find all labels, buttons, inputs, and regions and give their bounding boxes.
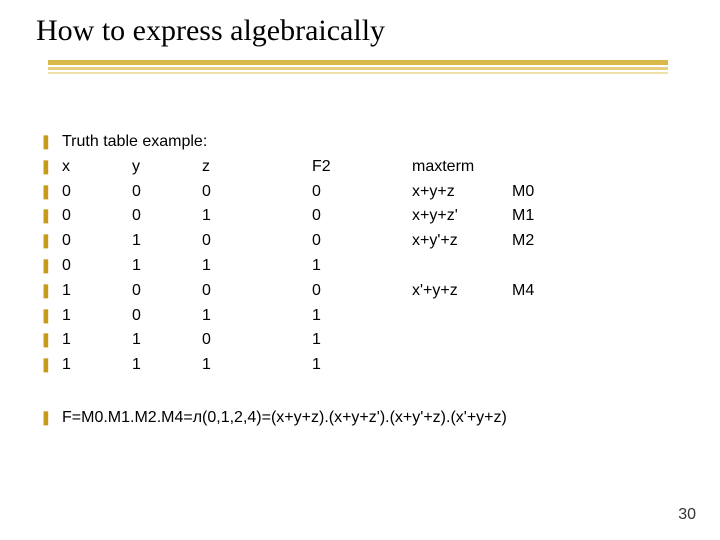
- cell-x: 1: [62, 328, 132, 353]
- cell-mname: M0: [512, 180, 562, 205]
- cell-f: 1: [312, 328, 412, 353]
- title-underline: [48, 60, 668, 82]
- cell-y: 0: [132, 304, 202, 329]
- cell-x: 0: [62, 204, 132, 229]
- cell-f: 0: [312, 229, 412, 254]
- table-row: ❚ 1 0 1 1: [40, 304, 680, 329]
- intro-row: ❚ Truth table example:: [40, 130, 680, 155]
- cell-y: 1: [132, 353, 202, 378]
- cell-y: 1: [132, 254, 202, 279]
- bullet-icon: ❚: [40, 131, 62, 153]
- cell-z: 0: [202, 279, 312, 304]
- table-row: ❚ 1 1 0 1: [40, 328, 680, 353]
- cell-maxterm: x+y+z': [412, 204, 512, 229]
- table-row: ❚ 1 1 1 1: [40, 353, 680, 378]
- cell-f: 0: [312, 204, 412, 229]
- bullet-icon: ❚: [40, 205, 62, 227]
- cell-y: 0: [132, 180, 202, 205]
- cell-mname: M1: [512, 204, 562, 229]
- cell-x: 1: [62, 353, 132, 378]
- bullet-icon: ❚: [40, 280, 62, 302]
- cell-z: 1: [202, 204, 312, 229]
- slide-title: How to express algebraically: [36, 14, 385, 48]
- cell-y: 1: [132, 328, 202, 353]
- cell-f: 1: [312, 353, 412, 378]
- bullet-icon: ❚: [40, 354, 62, 376]
- cell-y: 0: [132, 279, 202, 304]
- bullet-icon: ❚: [40, 181, 62, 203]
- cell-f: 0: [312, 180, 412, 205]
- content-area: ❚ Truth table example: ❚ x y z F2 maxter…: [40, 130, 680, 431]
- cell-f: 1: [312, 304, 412, 329]
- cell-maxterm: x'+y+z: [412, 279, 512, 304]
- col-f-header: F2: [312, 155, 412, 180]
- cell-f: 1: [312, 254, 412, 279]
- table-row: ❚ 1 0 0 0 x'+y+z M4: [40, 279, 680, 304]
- cell-z: 1: [202, 304, 312, 329]
- cell-maxterm: x+y'+z: [412, 229, 512, 254]
- cell-z: 1: [202, 254, 312, 279]
- bullet-icon: ❚: [40, 305, 62, 327]
- cell-x: 1: [62, 279, 132, 304]
- cell-x: 0: [62, 180, 132, 205]
- summary-row: ❚ F=M0.M1.M2.M4=л(0,1,2,4)=(x+y+z).(x+y+…: [40, 406, 680, 431]
- col-maxterm-header: maxterm: [412, 155, 512, 180]
- cell-mname: M2: [512, 229, 562, 254]
- page-number: 30: [678, 506, 696, 524]
- table-row: ❚ 0 1 0 0 x+y'+z M2: [40, 229, 680, 254]
- intro-text: Truth table example:: [62, 130, 207, 155]
- slide: How to express algebraically ❚ Truth tab…: [0, 0, 720, 540]
- table-row: ❚ 0 0 0 0 x+y+z M0: [40, 180, 680, 205]
- table-row: ❚ 0 0 1 0 x+y+z' M1: [40, 204, 680, 229]
- cell-x: 1: [62, 304, 132, 329]
- cell-z: 0: [202, 229, 312, 254]
- summary-text: F=M0.M1.M2.M4=л(0,1,2,4)=(x+y+z).(x+y+z'…: [62, 406, 507, 431]
- table-row: ❚ 0 1 1 1: [40, 254, 680, 279]
- cell-x: 0: [62, 254, 132, 279]
- bullet-icon: ❚: [40, 255, 62, 277]
- cell-mname: M4: [512, 279, 562, 304]
- bullet-icon: ❚: [40, 407, 62, 429]
- cell-f: 0: [312, 279, 412, 304]
- col-x-header: x: [62, 155, 132, 180]
- cell-y: 0: [132, 204, 202, 229]
- bullet-icon: ❚: [40, 230, 62, 252]
- cell-y: 1: [132, 229, 202, 254]
- bullet-icon: ❚: [40, 329, 62, 351]
- col-y-header: y: [132, 155, 202, 180]
- cell-z: 0: [202, 180, 312, 205]
- cell-x: 0: [62, 229, 132, 254]
- cell-z: 1: [202, 353, 312, 378]
- col-z-header: z: [202, 155, 312, 180]
- header-row: ❚ x y z F2 maxterm: [40, 155, 680, 180]
- cell-maxterm: x+y+z: [412, 180, 512, 205]
- bullet-icon: ❚: [40, 156, 62, 178]
- cell-z: 0: [202, 328, 312, 353]
